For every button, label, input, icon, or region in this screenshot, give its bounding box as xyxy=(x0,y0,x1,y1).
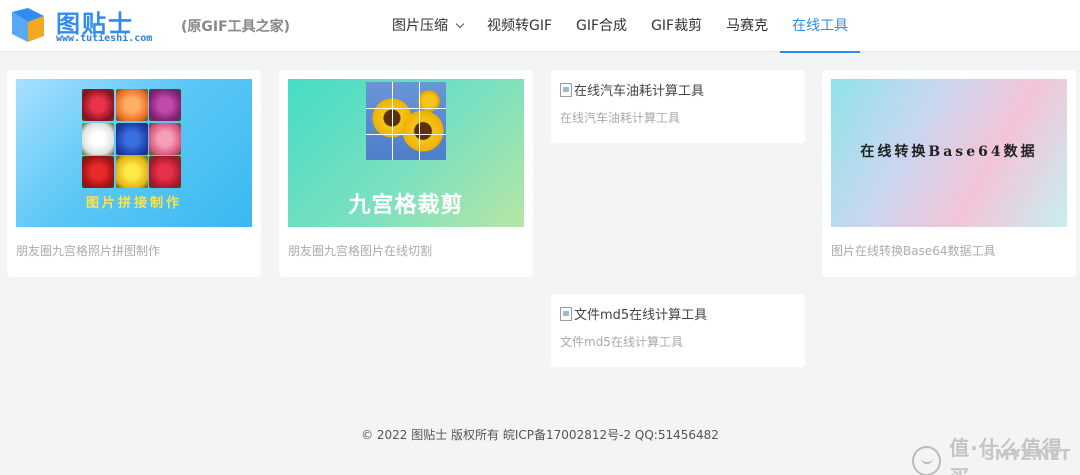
chevron-down-icon xyxy=(455,19,465,29)
nav-item-online-tools[interactable]: 在线工具 xyxy=(780,0,861,53)
nav-item-label: GIF合成 xyxy=(576,18,628,34)
brand-domain: www.tutieshi.com xyxy=(56,33,153,44)
site-subtitle: (原GIF工具之家) xyxy=(181,19,291,35)
tool-card-photo-grid-collage[interactable]: 图片拼接制作 朋友圈九宫格照片拼图制作 xyxy=(7,70,261,277)
nav-item-mosaic[interactable]: 马赛克 xyxy=(714,0,780,52)
nav-item-label: 图片压缩 xyxy=(392,18,448,34)
broken-image[interactable]: 在线汽车油耗计算工具 xyxy=(560,80,704,99)
main-nav: 图片压缩 视频转GIF GIF合成 GIF裁剪 马赛克 在线工具 xyxy=(380,0,861,53)
card-caption[interactable]: 朋友圈九宫格照片拼图制作 xyxy=(16,242,160,259)
card-caption[interactable]: 朋友圈九宫格图片在线切割 xyxy=(288,242,432,259)
card-caption[interactable]: 在线汽车油耗计算工具 xyxy=(560,109,680,126)
card-thumbnail[interactable]: 在线转换Base64数据 xyxy=(831,79,1067,227)
broken-image-icon xyxy=(560,306,572,321)
card-caption[interactable]: 图片在线转换Base64数据工具 xyxy=(831,242,996,259)
tool-card-base64-convert[interactable]: 在线转换Base64数据 图片在线转换Base64数据工具 xyxy=(822,70,1076,277)
image-alt-text: 在线汽车油耗计算工具 xyxy=(574,84,705,99)
image-alt-text: 文件md5在线计算工具 xyxy=(574,308,708,323)
thumbnail-title: 图片拼接制作 xyxy=(85,196,182,211)
nav-item-label: 马赛克 xyxy=(726,18,769,34)
card-caption[interactable]: 文件md5在线计算工具 xyxy=(560,333,683,350)
sunflower-image xyxy=(366,82,446,160)
tool-card-fuel-calculator[interactable]: 在线汽车油耗计算工具 在线汽车油耗计算工具 xyxy=(551,70,805,143)
nav-item-image-compress[interactable]: 图片压缩 xyxy=(380,0,475,52)
watermark-site: SMYZ.NET xyxy=(984,446,1071,464)
thumbnail-title: 九宫格裁剪 xyxy=(348,193,464,218)
nav-item-label: 视频转GIF xyxy=(487,18,553,34)
logo-icon[interactable] xyxy=(8,6,48,44)
broken-image-icon xyxy=(560,82,572,97)
top-header: 图贴士 www.tutieshi.com (原GIF工具之家) 图片压缩 视频转… xyxy=(0,0,1080,53)
nav-item-gif-crop[interactable]: GIF裁剪 xyxy=(639,0,714,52)
thumbnail-title: 在线转换Base64数据 xyxy=(860,144,1038,160)
nav-item-gif-compose[interactable]: GIF合成 xyxy=(564,0,639,52)
tool-card-nine-grid-crop[interactable]: 九宫格裁剪 朋友圈九宫格图片在线切割 xyxy=(279,70,533,277)
smzdm-logo-icon xyxy=(912,446,942,475)
card-thumbnail[interactable]: 九宫格裁剪 xyxy=(288,79,524,227)
flower-grid-image xyxy=(82,89,181,188)
card-thumbnail[interactable]: 图片拼接制作 xyxy=(16,79,252,227)
tool-card-file-md5[interactable]: 文件md5在线计算工具 文件md5在线计算工具 xyxy=(551,294,805,367)
nav-item-label: GIF裁剪 xyxy=(651,18,703,34)
nav-item-video-to-gif[interactable]: 视频转GIF xyxy=(475,0,564,52)
broken-image[interactable]: 文件md5在线计算工具 xyxy=(560,304,707,323)
nav-item-label: 在线工具 xyxy=(792,18,849,34)
